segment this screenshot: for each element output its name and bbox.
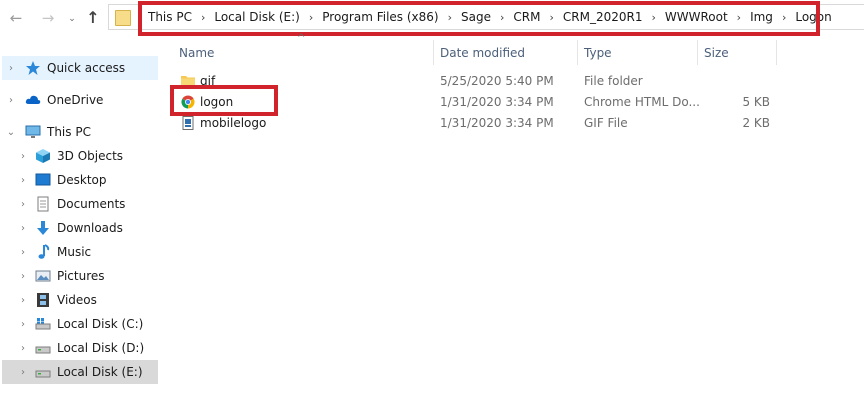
sidebar-item-label: Quick access	[47, 61, 126, 75]
breadcrumb-crm[interactable]: CRM	[505, 10, 548, 24]
sidebar-item-pictures[interactable]: › Pictures	[2, 264, 158, 288]
breadcrumb-crm-2020r1[interactable]: CRM_2020R1	[555, 10, 651, 24]
chevron-right-icon[interactable]: ›	[17, 247, 29, 258]
sidebar-item-onedrive[interactable]: › OneDrive	[2, 88, 158, 112]
sidebar-item-desktop[interactable]: › Desktop	[2, 168, 158, 192]
star-icon	[25, 60, 41, 76]
sidebar-item-label: Local Disk (C:)	[57, 317, 144, 331]
sidebar-item-local-disk-d[interactable]: › Local Disk (D:)	[2, 336, 158, 360]
up-button[interactable]: ↑	[85, 9, 101, 27]
sidebar-item-label: Desktop	[57, 173, 107, 187]
file-row-logon[interactable]: logon 1/31/2020 3:34 PM Chrome HTML Do..…	[176, 92, 776, 113]
pictures-icon	[35, 268, 51, 284]
back-button[interactable]: ←	[8, 9, 24, 27]
cube-icon	[35, 148, 51, 164]
chevron-down-icon[interactable]: ⌄	[5, 127, 17, 138]
breadcrumb-local-disk-e[interactable]: Local Disk (E:)	[206, 10, 308, 24]
sidebar-item-local-disk-e[interactable]: › Local Disk (E:)	[2, 360, 158, 384]
chevron-right-icon[interactable]: ›	[17, 367, 29, 378]
chevron-right-icon[interactable]: ›	[17, 319, 29, 330]
sidebar-item-label: Videos	[57, 293, 97, 307]
sidebar-item-this-pc[interactable]: ⌄ This PC	[2, 120, 158, 144]
file-name: logon	[200, 95, 234, 109]
desktop-icon	[35, 172, 51, 188]
breadcrumb-img[interactable]: Img	[742, 10, 781, 24]
sidebar-item-label: 3D Objects	[57, 149, 124, 163]
sidebar-item-downloads[interactable]: › Downloads	[2, 216, 158, 240]
chevron-right-icon[interactable]: ›	[17, 295, 29, 306]
column-header-date-modified[interactable]: Date modified	[440, 40, 570, 66]
windows-drive-icon	[35, 316, 51, 332]
breadcrumb-wwwroot[interactable]: WWWRoot	[657, 10, 736, 24]
breadcrumb: This PC › Local Disk (E:) › Program File…	[140, 5, 840, 29]
computer-icon	[25, 124, 41, 140]
chevron-right-icon[interactable]: ›	[17, 175, 29, 186]
sidebar-item-videos[interactable]: › Videos	[2, 288, 158, 312]
file-name: gif	[200, 74, 216, 88]
drive-icon	[35, 340, 51, 356]
chevron-right-icon[interactable]: ›	[17, 343, 29, 354]
drive-icon	[35, 364, 51, 380]
file-row-mobilelogo[interactable]: mobilelogo 1/31/2020 3:34 PM GIF File 2 …	[176, 113, 776, 134]
column-header-type[interactable]: Type	[584, 40, 694, 66]
sidebar-item-local-disk-c[interactable]: › Local Disk (C:)	[2, 312, 158, 336]
column-divider[interactable]	[776, 40, 777, 65]
sidebar-item-quick-access[interactable]: › Quick access	[2, 56, 158, 80]
file-date-modified: 5/25/2020 5:40 PM	[440, 74, 554, 88]
breadcrumb-this-pc[interactable]: This PC	[140, 10, 200, 24]
breadcrumb-sage[interactable]: Sage	[453, 10, 499, 24]
breadcrumb-logon[interactable]: Logon	[787, 10, 839, 24]
address-bar[interactable]: This PC › Local Disk (E:) › Program File…	[108, 4, 864, 30]
sidebar-item-label: Local Disk (D:)	[57, 341, 145, 355]
chrome-icon	[181, 95, 195, 109]
column-header-name[interactable]: Name	[179, 40, 429, 66]
navigation-pane: › Quick access › OneDrive ⌄ This PC › 3D…	[0, 47, 160, 397]
download-arrow-icon	[35, 220, 51, 236]
breadcrumb-program-files[interactable]: Program Files (x86)	[314, 10, 446, 24]
cloud-icon	[25, 92, 41, 108]
chevron-right-icon[interactable]: ›	[17, 223, 29, 234]
music-note-icon	[35, 244, 51, 260]
folder-icon	[115, 10, 131, 26]
file-type: Chrome HTML Do...	[584, 95, 700, 109]
sidebar-item-label: Downloads	[57, 221, 123, 235]
file-date-modified: 1/31/2020 3:34 PM	[440, 116, 554, 130]
sidebar-item-label: Music	[57, 245, 92, 259]
column-divider[interactable]	[433, 40, 434, 65]
file-size: 5 KB	[742, 95, 770, 109]
chevron-right-icon[interactable]: ›	[5, 95, 17, 106]
chevron-right-icon[interactable]: ›	[17, 271, 29, 282]
column-divider[interactable]	[697, 40, 698, 65]
file-size: 2 KB	[742, 116, 770, 130]
chevron-right-icon[interactable]: ›	[17, 151, 29, 162]
file-type: GIF File	[584, 116, 628, 130]
file-type: File folder	[584, 74, 643, 88]
sidebar-item-3d-objects[interactable]: › 3D Objects	[2, 144, 158, 168]
sidebar-item-label: Local Disk (E:)	[57, 365, 143, 379]
chevron-right-icon[interactable]: ›	[17, 199, 29, 210]
recent-locations-button[interactable]: ⌄	[64, 10, 80, 28]
file-date-modified: 1/31/2020 3:34 PM	[440, 95, 554, 109]
sidebar-item-music[interactable]: › Music	[2, 240, 158, 264]
column-divider[interactable]	[577, 40, 578, 65]
chevron-right-icon[interactable]: ›	[5, 63, 17, 74]
document-icon	[35, 196, 51, 212]
film-icon	[35, 292, 51, 308]
sidebar-item-documents[interactable]: › Documents	[2, 192, 158, 216]
forward-button[interactable]: →	[40, 9, 56, 27]
sidebar-item-label: Pictures	[57, 269, 105, 283]
sidebar-item-label: This PC	[47, 125, 91, 139]
folder-icon	[181, 74, 195, 88]
file-row-gif[interactable]: gif 5/25/2020 5:40 PM File folder	[176, 71, 776, 92]
file-name: mobilelogo	[200, 116, 267, 130]
sidebar-item-label: OneDrive	[47, 93, 104, 107]
gif-file-icon	[181, 116, 195, 130]
column-header-size[interactable]: Size	[704, 40, 774, 66]
sidebar-item-label: Documents	[57, 197, 126, 211]
